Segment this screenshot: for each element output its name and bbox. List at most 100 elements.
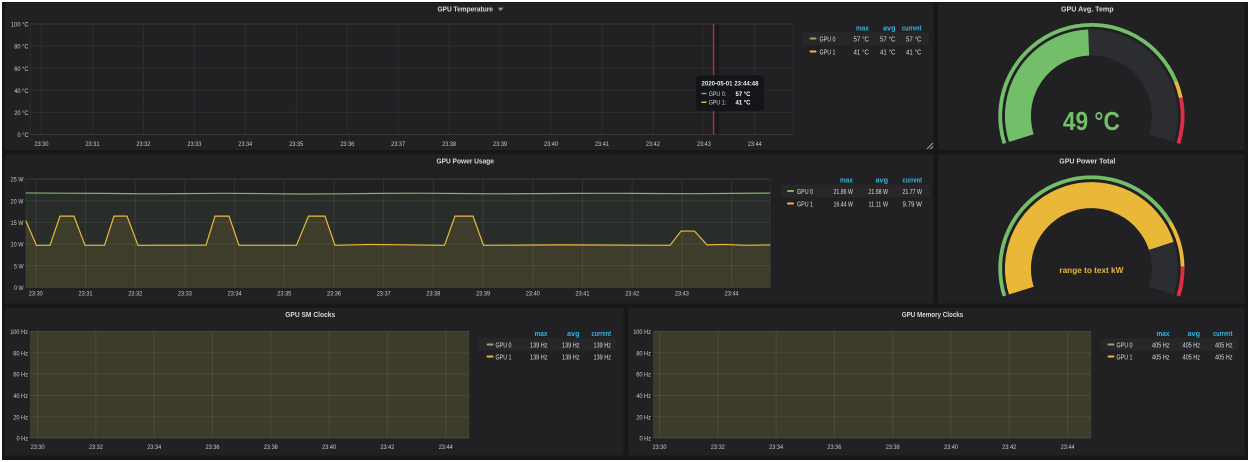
svg-text:57 °C: 57 °C	[906, 36, 922, 44]
svg-text:23:32: 23:32	[128, 291, 142, 298]
svg-text:23:36: 23:36	[327, 291, 341, 298]
svg-text:23:30: 23:30	[31, 444, 45, 451]
svg-text:23:44: 23:44	[1061, 444, 1075, 451]
svg-text:GPU Power Total: GPU Power Total	[1059, 156, 1115, 165]
svg-text:GPU Memory Clocks: GPU Memory Clocks	[902, 310, 964, 319]
svg-text:23:41: 23:41	[595, 141, 609, 148]
svg-text:23:36: 23:36	[340, 141, 354, 148]
svg-text:GPU SM Clocks: GPU SM Clocks	[285, 310, 335, 319]
svg-text:10 W: 10 W	[11, 242, 24, 249]
svg-text:23:32: 23:32	[136, 141, 150, 148]
svg-text:23:42: 23:42	[646, 141, 660, 148]
svg-text:23:42: 23:42	[1002, 444, 1016, 451]
svg-text:23:37: 23:37	[377, 291, 391, 298]
svg-text:23:35: 23:35	[277, 291, 291, 298]
svg-text:23:32: 23:32	[711, 444, 725, 451]
svg-text:23:35: 23:35	[289, 141, 303, 148]
svg-text:0 Hz: 0 Hz	[640, 436, 652, 443]
svg-text:405 Hz: 405 Hz	[1183, 355, 1201, 362]
svg-text:40 Hz: 40 Hz	[636, 393, 651, 400]
svg-text:5 W: 5 W	[14, 263, 24, 270]
svg-text:80 Hz: 80 Hz	[13, 350, 28, 357]
svg-text:23:34: 23:34	[147, 444, 161, 451]
svg-text:405 Hz: 405 Hz	[1152, 343, 1170, 350]
svg-text:23:32: 23:32	[89, 444, 103, 451]
svg-text:23:38: 23:38	[886, 444, 900, 451]
svg-text:23:42: 23:42	[380, 444, 394, 451]
svg-text:max: max	[1157, 331, 1170, 338]
svg-text:23:40: 23:40	[526, 291, 540, 298]
svg-text:GPU 1: GPU 1	[820, 50, 836, 57]
svg-text:GPU 0: GPU 0	[1117, 343, 1133, 350]
svg-text:23:41: 23:41	[576, 291, 590, 298]
svg-text:avg: avg	[876, 178, 889, 185]
svg-text:23:36: 23:36	[206, 444, 220, 451]
svg-text:23:38: 23:38	[442, 141, 456, 148]
svg-text:405 Hz: 405 Hz	[1183, 343, 1201, 350]
svg-text:GPU 1: GPU 1	[797, 202, 813, 209]
svg-text:21.86 W: 21.86 W	[834, 189, 854, 196]
svg-text:100 Hz: 100 Hz	[633, 329, 651, 336]
svg-text:40 Hz: 40 Hz	[13, 393, 28, 400]
svg-text:41 °C: 41 °C	[880, 49, 896, 57]
svg-text:GPU 1: GPU 1	[496, 355, 512, 362]
svg-text:0 Hz: 0 Hz	[17, 436, 29, 443]
svg-text:23:36: 23:36	[827, 444, 841, 451]
svg-text:23:40: 23:40	[544, 141, 558, 148]
svg-text:60 Hz: 60 Hz	[636, 372, 651, 379]
svg-text:current: current	[902, 26, 922, 33]
svg-text:15 W: 15 W	[11, 220, 24, 227]
svg-text:139 Hz: 139 Hz	[562, 343, 580, 350]
svg-text:avg: avg	[567, 331, 580, 338]
svg-text:max: max	[535, 331, 548, 338]
svg-text:23:33: 23:33	[178, 291, 192, 298]
svg-text:405 Hz: 405 Hz	[1215, 343, 1233, 350]
svg-text:100 Hz: 100 Hz	[10, 329, 28, 336]
svg-text:23:33: 23:33	[187, 141, 201, 148]
svg-text:41 °C: 41 °C	[906, 49, 922, 57]
svg-text:139 Hz: 139 Hz	[594, 343, 612, 350]
svg-text:405 Hz: 405 Hz	[1215, 355, 1233, 362]
svg-text:60 Hz: 60 Hz	[13, 372, 28, 379]
svg-text:23:43: 23:43	[697, 141, 711, 148]
svg-text:23:30: 23:30	[35, 141, 49, 148]
svg-text:57 °C: 57 °C	[736, 90, 751, 98]
svg-text:current: current	[592, 331, 612, 338]
svg-text:23:40: 23:40	[322, 444, 336, 451]
svg-text:23:34: 23:34	[769, 444, 783, 451]
svg-text:2020-05-01 23:44:48: 2020-05-01 23:44:48	[702, 80, 759, 87]
svg-text:23:44: 23:44	[748, 141, 762, 148]
svg-text:139 Hz: 139 Hz	[594, 355, 612, 362]
svg-text:20 W: 20 W	[11, 198, 24, 205]
svg-text:57 °C: 57 °C	[880, 36, 896, 44]
svg-text:20 Hz: 20 Hz	[636, 414, 651, 421]
svg-text:GPU 1: GPU 1	[1117, 355, 1133, 362]
svg-text:23:30: 23:30	[29, 291, 43, 298]
svg-text:41 °C: 41 °C	[736, 99, 751, 107]
svg-text:23:42: 23:42	[625, 291, 639, 298]
svg-text:49 °C: 49 °C	[1063, 106, 1120, 136]
svg-text:GPU Power Usage: GPU Power Usage	[436, 156, 494, 165]
svg-text:100 °C: 100 °C	[11, 21, 29, 29]
svg-text:41 °C: 41 °C	[854, 49, 870, 57]
svg-text:25 W: 25 W	[11, 177, 24, 184]
svg-text:20 °C: 20 °C	[14, 109, 28, 117]
svg-text:23:31: 23:31	[79, 291, 93, 298]
svg-text:139 Hz: 139 Hz	[530, 343, 548, 350]
svg-text:139 Hz: 139 Hz	[530, 355, 548, 362]
svg-text:21.68 W: 21.68 W	[869, 189, 889, 196]
svg-text:23:34: 23:34	[238, 141, 252, 148]
svg-text:16.44 W: 16.44 W	[834, 202, 854, 209]
svg-text:max: max	[856, 26, 869, 33]
svg-text:GPU 0:: GPU 0:	[709, 91, 727, 98]
svg-text:80 Hz: 80 Hz	[636, 350, 651, 357]
svg-text:23:44: 23:44	[725, 291, 739, 298]
svg-text:GPU Avg. Temp: GPU Avg. Temp	[1061, 5, 1114, 14]
svg-text:GPU 0: GPU 0	[496, 343, 512, 350]
svg-text:0 W: 0 W	[14, 285, 24, 292]
svg-text:GPU Temperature: GPU Temperature	[437, 5, 493, 14]
svg-text:21.77 W: 21.77 W	[903, 189, 923, 196]
svg-text:GPU 0: GPU 0	[820, 37, 836, 44]
svg-text:23:43: 23:43	[675, 291, 689, 298]
svg-text:80 °C: 80 °C	[14, 43, 28, 51]
